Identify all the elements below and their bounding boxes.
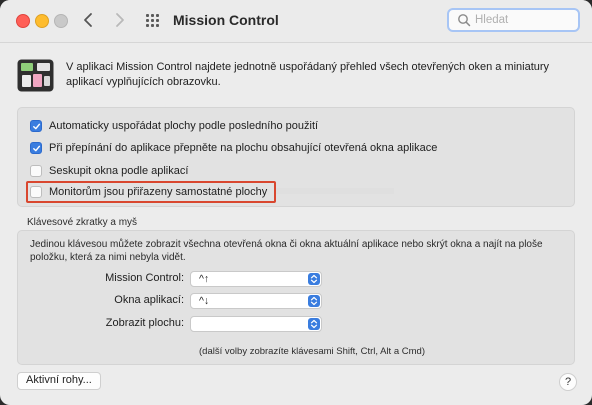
window-title: Mission Control <box>173 12 279 28</box>
show-desktop-shortcut-select[interactable] <box>190 316 322 332</box>
intro-text: V aplikaci Mission Control najdete jedno… <box>66 61 550 88</box>
option-label: Automaticky uspořádat plochy podle posle… <box>49 120 319 132</box>
shortcuts-panel: Jedinou klávesou můžete zobrazit všechna… <box>17 230 575 365</box>
checkbox-checked[interactable] <box>30 142 42 154</box>
select-arrows-icon <box>308 273 320 285</box>
option-group-windows[interactable]: Seskupit okna podle aplikací <box>30 163 188 179</box>
select-value: ^↑ <box>199 273 210 285</box>
checkbox-unchecked[interactable] <box>30 186 42 198</box>
hot-corners-button[interactable]: Aktivní rohy... <box>17 372 101 390</box>
show-all-grid-icon[interactable] <box>146 14 160 28</box>
shortcut-label-app-windows: Okna aplikací: <box>114 294 184 306</box>
forward-button[interactable] <box>108 9 130 31</box>
shortcuts-description: Jedinou klávesou můžete zobrazit všechna… <box>30 239 543 263</box>
modifiers-note: (další volby zobrazíte klávesami Shift, … <box>199 346 425 357</box>
zoom-window-button[interactable] <box>54 14 68 28</box>
options-panel: Automaticky uspořádat plochy podle posle… <box>17 107 575 207</box>
minimize-window-button[interactable] <box>35 14 49 28</box>
help-button[interactable]: ? <box>559 373 577 391</box>
shortcuts-section-label: Klávesové zkratky a myš <box>27 217 138 228</box>
option-auto-arrange[interactable]: Automaticky uspořádat plochy podle posle… <box>30 118 318 134</box>
mission-control-shortcut-select[interactable]: ^↑ <box>190 271 322 287</box>
checkbox-checked[interactable] <box>30 120 42 132</box>
back-button[interactable] <box>78 9 100 31</box>
option-label: Při přepínání do aplikace přepněte na pl… <box>49 142 438 154</box>
mission-control-app-icon <box>17 59 54 92</box>
chevron-right-icon <box>116 13 124 27</box>
chevron-left-icon <box>84 13 92 27</box>
app-windows-shortcut-select[interactable]: ^↓ <box>190 293 322 309</box>
select-arrows-icon <box>308 295 320 307</box>
search-placeholder: Hledat <box>475 14 509 26</box>
select-arrows-icon <box>308 318 320 330</box>
option-switch-to-space[interactable]: Při přepínání do aplikace přepněte na pl… <box>30 140 437 156</box>
option-label: Monitorům jsou přiřazeny samostatné ploc… <box>49 186 268 198</box>
close-window-button[interactable] <box>16 14 30 28</box>
select-value: ^↓ <box>199 295 210 307</box>
search-icon <box>458 14 471 27</box>
search-field[interactable]: Hledat <box>447 8 580 32</box>
checkbox-unchecked[interactable] <box>30 165 42 177</box>
preferences-window: Mission Control Hledat V aplikaci Missio… <box>0 0 592 405</box>
divider <box>274 188 394 194</box>
titlebar: Mission Control Hledat <box>0 0 592 43</box>
option-label: Seskupit okna podle aplikací <box>49 165 189 177</box>
checkmark-icon <box>32 145 40 151</box>
option-separate-spaces[interactable]: Monitorům jsou přiřazeny samostatné ploc… <box>30 184 267 200</box>
checkmark-icon <box>32 123 40 129</box>
shortcut-label-mission-control: Mission Control: <box>105 272 184 284</box>
shortcut-label-show-desktop: Zobrazit plochu: <box>105 317 184 329</box>
